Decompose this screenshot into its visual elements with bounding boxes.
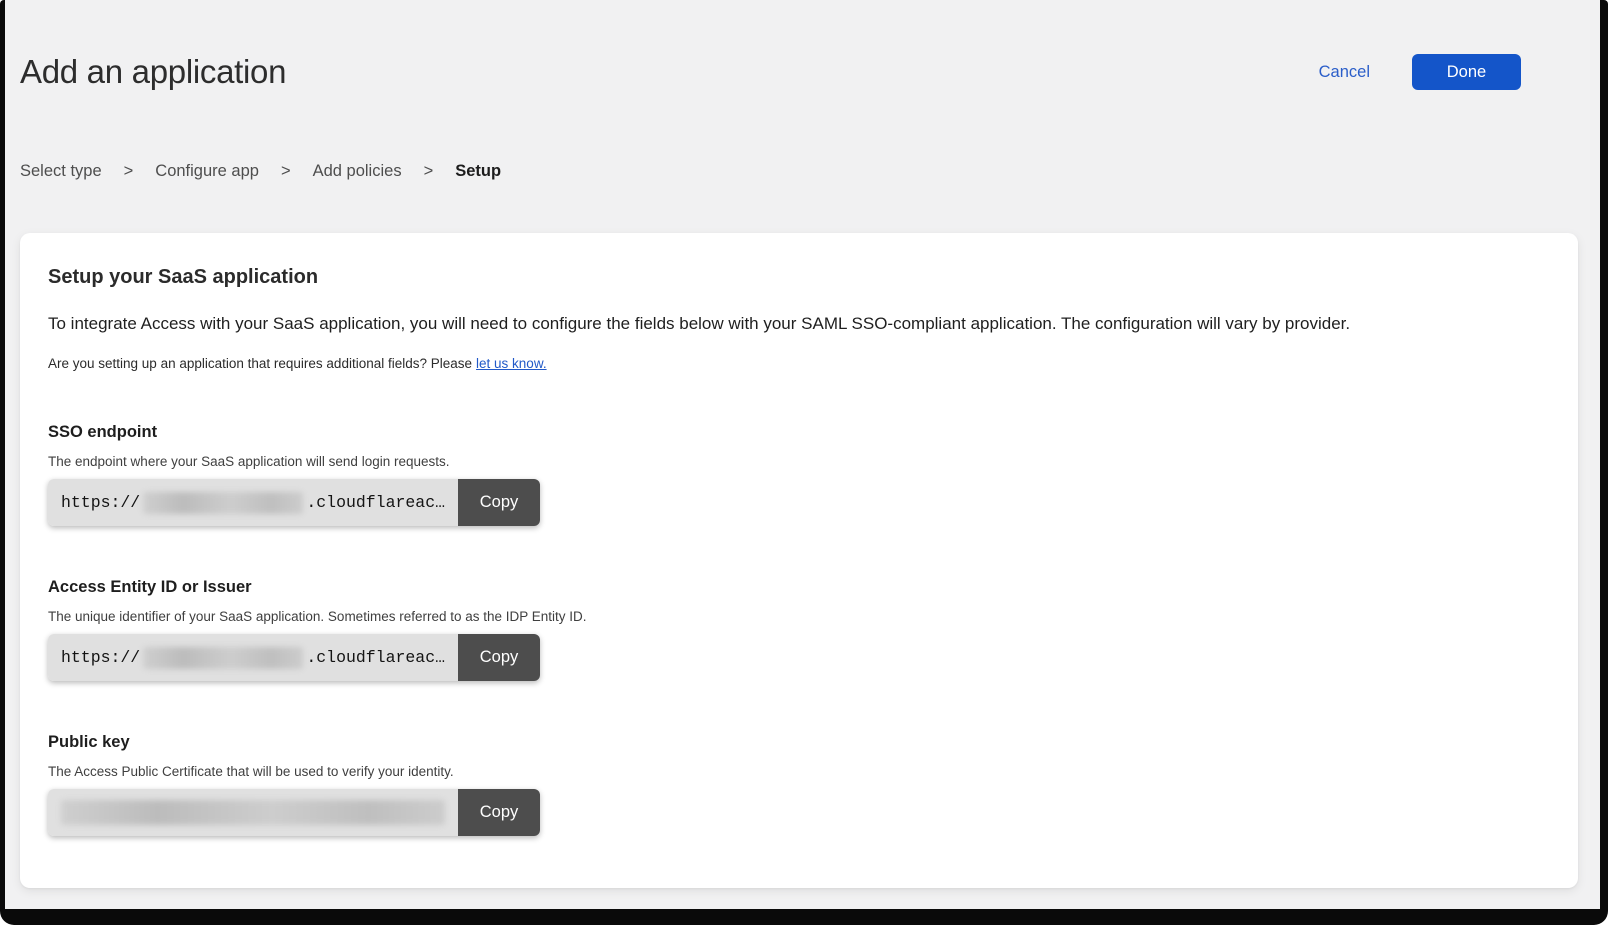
page-title: Add an application [20,52,286,92]
redacted-blur [143,647,303,669]
sso-endpoint-section: SSO endpoint The endpoint where your Saa… [48,423,1550,526]
breadcrumb-separator: > [424,162,434,181]
access-entity-id-copy-row: https:// .cloudflareac… Copy [48,634,540,681]
done-button[interactable]: Done [1412,54,1521,90]
breadcrumb-item-select-type[interactable]: Select type [20,162,102,181]
access-entity-id-section: Access Entity ID or Issuer The unique id… [48,578,1550,681]
copy-button[interactable]: Copy [458,789,540,836]
note-text: Are you setting up an application that r… [48,356,472,371]
breadcrumb-separator: > [281,162,291,181]
copy-button[interactable]: Copy [458,479,540,526]
breadcrumb: Select type > Configure app > Add polici… [20,162,1578,181]
card-title: Setup your SaaS application [48,266,1550,289]
breadcrumb-item-setup: Setup [455,162,501,181]
breadcrumb-item-add-policies[interactable]: Add policies [313,162,402,181]
url-prefix: https:// [61,648,140,667]
screenshot-frame: Add an application Cancel Done Select ty… [0,0,1608,925]
breadcrumb-item-configure-app[interactable]: Configure app [155,162,259,181]
url-suffix: .cloudflareac… [306,493,445,512]
copy-button[interactable]: Copy [458,634,540,681]
sso-endpoint-description: The endpoint where your SaaS application… [48,454,1550,469]
let-us-know-link[interactable]: let us know. [476,356,547,371]
redacted-blur [143,492,303,514]
breadcrumb-separator: > [124,162,134,181]
access-entity-id-value[interactable]: https:// .cloudflareac… [48,634,458,681]
public-key-copy-row: Copy [48,789,540,836]
page-header: Add an application Cancel Done [20,0,1578,92]
card-intro-text: To integrate Access with your SaaS appli… [48,313,1550,335]
redacted-blur [61,800,445,825]
sso-endpoint-copy-row: https:// .cloudflareac… Copy [48,479,540,526]
public-key-description: The Access Public Certificate that will … [48,764,1550,779]
sso-endpoint-label: SSO endpoint [48,423,1550,442]
public-key-value[interactable] [48,789,458,836]
url-suffix: .cloudflareac… [306,648,445,667]
add-application-page: Add an application Cancel Done Select ty… [5,0,1600,888]
additional-fields-note: Are you setting up an application that r… [48,356,1550,371]
sso-endpoint-value[interactable]: https:// .cloudflareac… [48,479,458,526]
url-prefix: https:// [61,493,140,512]
header-actions: Cancel Done [1319,54,1578,90]
setup-saas-card: Setup your SaaS application To integrate… [20,233,1578,888]
public-key-label: Public key [48,733,1550,752]
access-entity-id-label: Access Entity ID or Issuer [48,578,1550,597]
cancel-button[interactable]: Cancel [1319,63,1370,82]
public-key-section: Public key The Access Public Certificate… [48,733,1550,836]
access-entity-id-description: The unique identifier of your SaaS appli… [48,609,1550,624]
